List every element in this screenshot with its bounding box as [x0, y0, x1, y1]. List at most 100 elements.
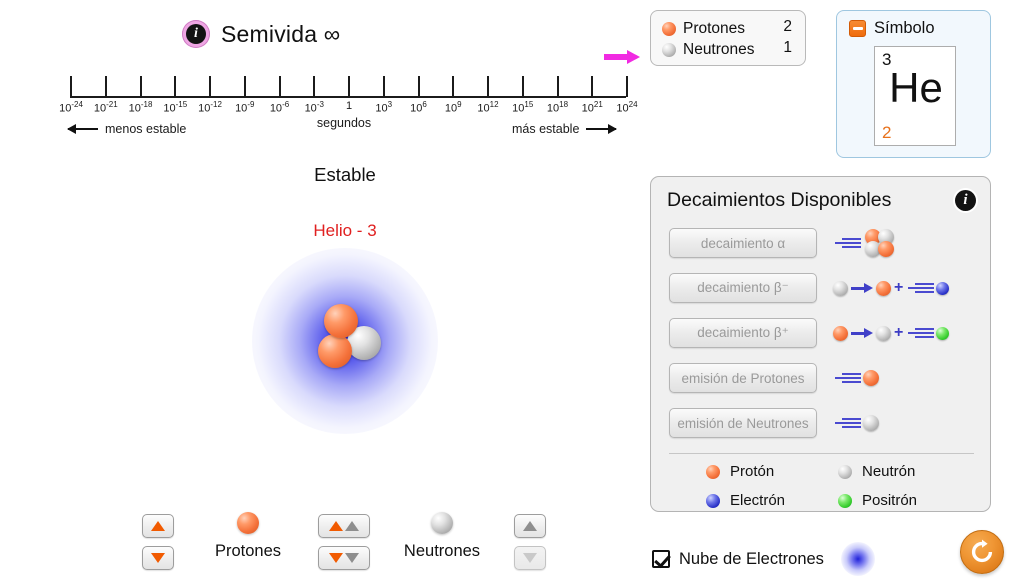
- scale-tick: [591, 76, 594, 97]
- available-decays-panel: Decaimientos Disponibles i decaimiento α…: [650, 176, 991, 512]
- legend-label: Neutrón: [862, 463, 916, 480]
- scale-tick: [209, 76, 211, 97]
- positron-icon: [936, 326, 950, 340]
- scale-tick-label: 10-3: [304, 100, 324, 115]
- info-icon[interactable]: i: [955, 190, 976, 211]
- scale-tick: [174, 76, 177, 97]
- triangle-down-icon: [345, 553, 359, 563]
- proton-particle[interactable]: [318, 334, 352, 368]
- scale-tick: [521, 76, 524, 97]
- scale-tick: [626, 76, 628, 97]
- proton-particle[interactable]: [324, 304, 358, 338]
- legend-item-proton: Protón: [706, 463, 774, 480]
- atomic-number: 2: [882, 123, 892, 142]
- neutron-icon: [838, 464, 852, 479]
- plus-icon: +: [894, 279, 904, 296]
- scale-tick-label: 103: [375, 100, 393, 115]
- arrow-right-icon: [586, 124, 618, 134]
- remove-neutron-button[interactable]: [514, 546, 546, 570]
- reset-refresh-icon: [971, 539, 993, 563]
- triangle-up-icon: [523, 521, 537, 531]
- neutron-control-legend: Neutrones: [388, 512, 496, 561]
- proton-icon: [833, 325, 848, 341]
- scale-tick: [487, 76, 489, 97]
- checkbox-checked-icon[interactable]: [652, 550, 670, 568]
- proton-emission-icon: [833, 365, 879, 391]
- decay-row-alpha: decaimiento α: [669, 228, 977, 258]
- particle-count-panel: Protones 2 Neutrones 1: [650, 10, 806, 66]
- decay-panel-title: Decaimientos Disponibles: [667, 189, 892, 211]
- neutron-icon: [662, 42, 676, 57]
- scale-tick-label: 1024: [616, 100, 638, 115]
- proton-neutron-spinner: [318, 514, 370, 570]
- alpha-decay-button[interactable]: decaimiento α: [669, 228, 817, 258]
- scale-tick: [382, 76, 385, 97]
- info-icon[interactable]: i: [182, 20, 210, 48]
- scale-tick-label: 1021: [581, 100, 603, 115]
- scale-tick-label: 10-24: [59, 100, 83, 115]
- add-proton-button[interactable]: [142, 514, 174, 538]
- proton-control-legend: Protones: [196, 512, 300, 561]
- nucleus-stage[interactable]: [252, 248, 438, 434]
- emission-lines-icon: [908, 326, 935, 340]
- electron-cloud-label: Nube de Electrones: [679, 549, 824, 568]
- arrow-right-icon: [851, 283, 873, 293]
- minus-bar: [852, 27, 863, 30]
- half-life-title-row: i Semivida ∞: [182, 20, 340, 48]
- scale-tick-label: 10-12: [198, 100, 222, 115]
- proton-icon: [863, 370, 879, 386]
- legend-item-neutron: Neutrón: [838, 463, 915, 480]
- neutron-emission-button[interactable]: emisión de Neutrones: [669, 408, 817, 438]
- scale-units-label: segundos: [316, 116, 372, 130]
- scale-tick: [313, 76, 316, 97]
- symbol-panel-header[interactable]: Símbolo: [849, 19, 935, 38]
- proton-icon: [878, 241, 894, 257]
- beta-plus-decay-icon: +: [833, 320, 950, 346]
- remove-proton-and-neutron-button[interactable]: [318, 546, 370, 570]
- scale-tick-label: 1012: [477, 100, 499, 115]
- add-neutron-button[interactable]: [514, 514, 546, 538]
- decay-panel-header: Decaimientos Disponibles i: [667, 189, 976, 212]
- emission-lines-icon: [908, 281, 935, 295]
- particle-count-row-protons: Protones: [662, 18, 745, 39]
- legend-label: Electrón: [730, 492, 786, 509]
- neutron-emission-icon: [833, 410, 879, 436]
- plus-icon: +: [894, 324, 904, 341]
- minus-box-icon[interactable]: [849, 20, 866, 37]
- scale-tick: [452, 76, 455, 97]
- scale-tick: [556, 76, 559, 97]
- legend-item-positron: Positrón: [838, 492, 917, 509]
- reset-all-button[interactable]: [960, 530, 1004, 574]
- scale-tick-label: 1018: [546, 100, 569, 115]
- scale-tick-label: 10-15: [163, 100, 188, 115]
- decay-row-proton-emission: emisión de Protones: [669, 363, 977, 393]
- remove-proton-button[interactable]: [142, 546, 174, 570]
- particle-count-value: 2: [783, 18, 792, 35]
- scale-tick-label: 109: [444, 100, 462, 115]
- half-life-scale: 10-24 10-21 10-18 10-15 10-12 10-9 10-6 10-3 1 10…: [59, 76, 638, 115]
- half-life-pointer-icon: [604, 50, 640, 64]
- electron-cloud-swatch: [840, 542, 875, 576]
- particle-count-label: Protones: [683, 19, 746, 37]
- scale-tick: [348, 76, 350, 97]
- beta-minus-decay-button[interactable]: decaimiento β⁻: [669, 273, 817, 303]
- electron-icon: [936, 281, 950, 295]
- pointer-head: [627, 50, 640, 64]
- legend-item-electron: Electrón: [706, 492, 785, 509]
- add-proton-and-neutron-button[interactable]: [318, 514, 370, 538]
- scale-tick-label: 10-9: [235, 100, 255, 115]
- isotope-name-label: Helio - 3: [313, 221, 377, 240]
- neutron-icon: [833, 280, 848, 296]
- proton-emission-button[interactable]: emisión de Protones: [669, 363, 817, 393]
- arrow-right-icon: [851, 328, 873, 338]
- scale-tick-label: 10-18: [128, 100, 153, 115]
- scale-tick: [70, 76, 72, 97]
- legend-label: Protón: [730, 463, 775, 480]
- scale-tick-label: 1: [345, 100, 353, 112]
- electron-cloud-checkbox-row[interactable]: Nube de Electrones: [652, 542, 875, 576]
- pointer-shaft: [604, 54, 628, 60]
- less-stable-label: menos estable: [105, 122, 187, 136]
- beta-plus-decay-button[interactable]: decaimiento β⁺: [669, 318, 817, 348]
- proton-spinner: [142, 514, 174, 570]
- emission-lines-icon: [835, 236, 861, 250]
